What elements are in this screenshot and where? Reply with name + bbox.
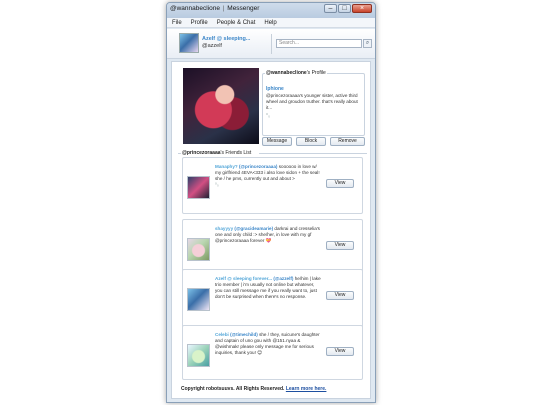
profile-legend-suffix: 's Profile bbox=[306, 70, 326, 76]
friend-handle[interactable]: (@princezoraaaa) bbox=[239, 164, 277, 169]
profile-legend: @wannabeclione's Profile bbox=[265, 70, 327, 76]
menu-bar: File Profile People & Chat Help bbox=[167, 18, 375, 28]
friend-handle[interactable]: (@timechild) bbox=[230, 332, 258, 337]
friend-handle[interactable]: (@azzelf) bbox=[273, 276, 293, 281]
copyright-text: Copyright robotsuuvs. All Rights Reserve… bbox=[181, 386, 285, 392]
friend-entry-text: Manaphy? (@princezoraaaa) soooooo in lov… bbox=[215, 164, 321, 188]
menu-file[interactable]: File bbox=[172, 18, 182, 27]
view-button[interactable]: View bbox=[326, 347, 354, 356]
friends-list-legend: @princezoraaaa's Friends List bbox=[182, 150, 251, 156]
menu-profile[interactable]: Profile bbox=[191, 18, 208, 27]
friend-card: Celebi (@timechild) she / they, suicune'… bbox=[182, 325, 363, 380]
profile-picture bbox=[183, 68, 259, 144]
user-header: Azelf @ sleeping... @azzelf Search... ⌕ bbox=[167, 29, 375, 59]
remove-button[interactable]: Remove bbox=[330, 137, 365, 146]
user-avatar[interactable] bbox=[179, 33, 199, 53]
friend-avatar[interactable] bbox=[187, 176, 210, 199]
view-button[interactable]: View bbox=[326, 179, 354, 188]
friend-name[interactable]: Azelf @ sleeping forever... bbox=[215, 276, 272, 281]
learn-more-link[interactable]: Learn more here. bbox=[286, 386, 327, 392]
friend-name[interactable]: Manaphy? bbox=[215, 164, 238, 169]
title-bar[interactable]: @wannabeclione | Messenger – □ × bbox=[167, 3, 375, 18]
messenger-window: @wannabeclione | Messenger – □ × File Pr… bbox=[166, 2, 376, 403]
view-button[interactable]: View bbox=[326, 241, 354, 250]
friend-status-icon: ⁰₀ bbox=[215, 182, 219, 188]
friend-name[interactable]: Celebi bbox=[215, 332, 229, 337]
friend-avatar[interactable] bbox=[187, 344, 210, 367]
friend-name[interactable]: shayyyy bbox=[215, 226, 233, 231]
profile-name: Iphione bbox=[266, 86, 284, 92]
header-divider bbox=[271, 34, 272, 54]
menu-people-chat[interactable]: People & Chat bbox=[217, 18, 256, 27]
message-button[interactable]: Message bbox=[262, 137, 292, 146]
user-display-name[interactable]: Azelf @ sleeping... bbox=[202, 36, 250, 42]
friend-entry-text: shayyyy (@gracideamarie) darkrai and cre… bbox=[215, 226, 321, 244]
search-icon[interactable]: ⌕ bbox=[363, 39, 372, 48]
window-controls: – □ × bbox=[324, 4, 372, 13]
profile-bio: @princezoraaaa's younger sister, active … bbox=[266, 93, 358, 111]
friend-avatar[interactable] bbox=[187, 238, 210, 261]
friend-entry-text: Azelf @ sleeping forever... (@azzelf) he… bbox=[215, 276, 321, 300]
friend-card: Azelf @ sleeping forever... (@azzelf) he… bbox=[182, 269, 363, 329]
close-button[interactable]: × bbox=[352, 4, 372, 13]
friend-card: Manaphy? (@princezoraaaa) soooooo in lov… bbox=[182, 157, 363, 214]
main-content: @wannabeclione's Profile Iphione @prince… bbox=[171, 61, 371, 399]
profile-legend-handle: @wannabeclione bbox=[266, 70, 307, 76]
view-button[interactable]: View bbox=[326, 291, 354, 300]
friends-legend-line-right bbox=[259, 153, 367, 154]
friends-legend-handle: @princezoraaaa bbox=[182, 150, 221, 156]
friends-legend-line-left bbox=[178, 153, 181, 154]
friend-handle[interactable]: (@gracideamarie) bbox=[234, 226, 273, 231]
window-title-handle: @wannabeclione bbox=[170, 5, 220, 12]
friend-card: shayyyy (@gracideamarie) darkrai and cre… bbox=[182, 219, 363, 276]
user-handle: @azzelf bbox=[202, 43, 222, 49]
window-title-app: Messenger bbox=[227, 5, 260, 12]
maximize-button[interactable]: □ bbox=[338, 4, 351, 13]
window-title: @wannabeclione | Messenger bbox=[170, 5, 260, 12]
friends-legend-suffix: 's Friends List bbox=[220, 150, 252, 156]
menu-help[interactable]: Help bbox=[264, 18, 276, 27]
footer: Copyright robotsuuvs. All Rights Reserve… bbox=[181, 386, 326, 392]
friend-avatar[interactable] bbox=[187, 288, 210, 311]
minimize-button[interactable]: – bbox=[324, 4, 337, 13]
search-input[interactable]: Search... bbox=[276, 39, 362, 48]
friend-entry-text: Celebi (@timechild) she / they, suicune'… bbox=[215, 332, 321, 356]
profile-status-icon: ⁰₀ bbox=[266, 113, 271, 119]
block-button[interactable]: Block bbox=[296, 137, 326, 146]
